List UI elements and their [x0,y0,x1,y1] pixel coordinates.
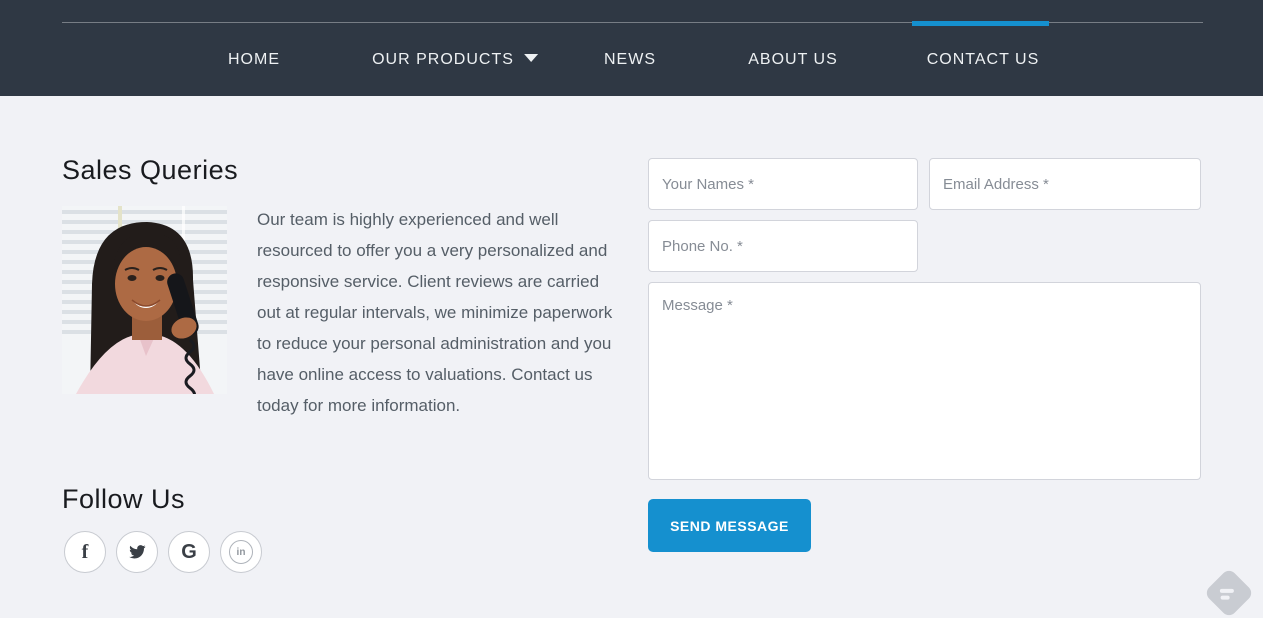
social-links-row: f G in [64,531,262,573]
nav-item-our-products-label: OUR PRODUCTS [372,51,514,68]
header: HOME OUR PRODUCTS NEWS ABOUT US CONTACT … [0,0,1263,96]
nav-item-our-products[interactable]: OUR PRODUCTS [372,51,538,69]
twitter-icon [128,543,146,561]
google-icon: G [181,541,197,564]
twitter-button[interactable] [116,531,158,573]
your-names-input[interactable] [648,158,918,210]
active-tab-indicator [912,21,1049,26]
sales-description: Our team is highly experienced and well … [257,204,625,421]
support-agent-photo [62,206,227,394]
feed-badge-bar [1221,596,1230,600]
follow-us-title: Follow Us [62,484,185,515]
nav-item-news[interactable]: NEWS [604,51,656,69]
chevron-down-icon [524,54,538,62]
email-address-input[interactable] [929,158,1201,210]
facebook-icon: f [82,541,89,564]
nav-item-home[interactable]: HOME [228,51,280,69]
message-textarea[interactable] [648,282,1201,480]
feed-badge-bar [1220,589,1234,593]
nav-item-about-us[interactable]: ABOUT US [748,51,838,69]
facebook-button[interactable]: f [64,531,106,573]
linkedin-button[interactable]: in [220,531,262,573]
send-message-button[interactable]: SEND MESSAGE [648,499,811,552]
nav-item-contact-us[interactable]: CONTACT US [927,51,1040,69]
feed-badge-icon [1204,568,1255,618]
google-button[interactable]: G [168,531,210,573]
phone-number-input[interactable] [648,220,918,272]
linkedin-icon: in [229,540,253,564]
page-title: Sales Queries [62,155,238,186]
